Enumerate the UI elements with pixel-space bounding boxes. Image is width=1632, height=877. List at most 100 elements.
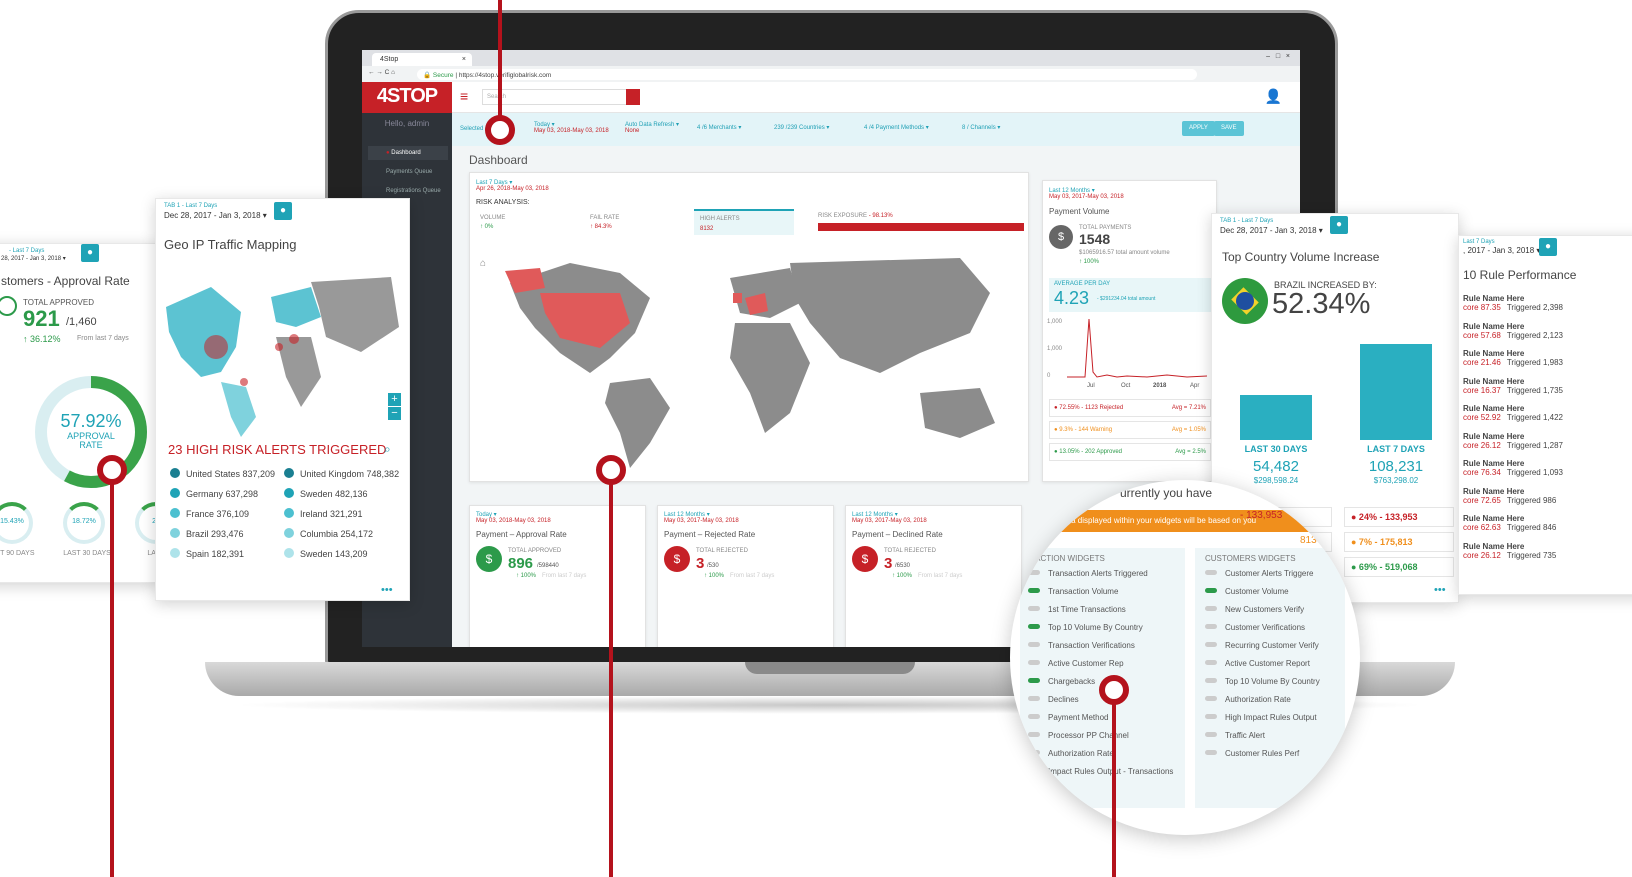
app-logo[interactable]: 4STOP xyxy=(362,82,452,113)
toggle-switch[interactable] xyxy=(1205,624,1217,629)
widget-toggle-row[interactable]: Payment Method xyxy=(1020,713,1185,731)
window-controls[interactable]: – □ × xyxy=(1266,53,1290,60)
widget-toggle-row[interactable]: Authorization Rate xyxy=(1195,695,1345,713)
geo-map[interactable] xyxy=(161,267,401,437)
toggle-switch[interactable] xyxy=(1205,696,1217,701)
card-range-label[interactable]: Today ▾ xyxy=(476,511,497,518)
zoom-in-button[interactable]: + xyxy=(388,393,401,406)
widget-toggle-row[interactable]: Customer Volume xyxy=(1195,587,1345,605)
rule-name[interactable]: Rule Name Here xyxy=(1463,322,1632,331)
user-icon[interactable]: 👤 xyxy=(1265,88,1282,105)
toggle-switch[interactable] xyxy=(1205,588,1217,593)
aw-range[interactable]: 28, 2017 - Jan 3, 2018 ▾ xyxy=(1,255,66,262)
widget-toggle-row[interactable]: Authorization Rate xyxy=(1020,749,1185,767)
widget-toggle-row[interactable]: Traffic Alert xyxy=(1195,731,1345,749)
widget-toggle-row[interactable]: Active Customer Rep xyxy=(1020,659,1185,677)
toggle-switch[interactable] xyxy=(1028,588,1040,593)
world-map[interactable] xyxy=(500,243,1020,473)
toggle-switch[interactable] xyxy=(1028,570,1040,575)
risk-range-label[interactable]: Last 7 Days ▾ xyxy=(476,179,512,186)
rw-range[interactable]: , 2017 - Jan 3, 2018 ▾ xyxy=(1463,246,1540,255)
toggle-switch[interactable] xyxy=(1205,714,1217,719)
rule-name[interactable]: Rule Name Here xyxy=(1463,487,1632,496)
rule-name[interactable]: Rule Name Here xyxy=(1463,294,1632,303)
settings-icon[interactable]: ● xyxy=(1330,216,1348,234)
card-range-label[interactable]: Last 12 Months ▾ xyxy=(852,511,898,518)
geo-range[interactable]: Dec 28, 2017 - Jan 3, 2018 ▾ xyxy=(164,211,267,220)
search-input[interactable]: Search xyxy=(482,89,640,105)
cw-range[interactable]: Dec 28, 2017 - Jan 3, 2018 ▾ xyxy=(1220,226,1323,235)
alerts-tab[interactable]: HIGH ALERTS 8132 xyxy=(694,209,794,235)
geo-tab[interactable]: TAB 1 - Last 7 Days xyxy=(164,203,217,209)
widget-toggle-row[interactable]: Top 10 Volume By Country xyxy=(1195,677,1345,695)
zoom-out-button[interactable]: − xyxy=(388,407,401,420)
widget-toggle-row[interactable]: Top 10 Volume By Country xyxy=(1020,623,1185,641)
toggle-switch[interactable] xyxy=(1028,732,1040,737)
search-icon[interactable] xyxy=(626,89,640,105)
toggle-switch[interactable] xyxy=(1205,732,1217,737)
widget-toggle-row[interactable]: Transaction Alerts Triggered xyxy=(1020,569,1185,587)
settings-icon[interactable]: ● xyxy=(81,244,99,262)
filter-payment[interactable]: 4 /4 Payment Methods ▾ xyxy=(864,124,929,131)
rule-name[interactable]: Rule Name Here xyxy=(1463,404,1632,413)
widget-toggle-row[interactable]: New Customers Verify xyxy=(1195,605,1345,623)
filter-merchants[interactable]: 4 /6 Merchants ▾ xyxy=(697,124,741,131)
widget-toggle-row[interactable]: Customer Rules Perf xyxy=(1195,749,1345,767)
browser-tab[interactable]: 4Stop × xyxy=(372,53,472,66)
rule-name[interactable]: Rule Name Here xyxy=(1463,459,1632,468)
rule-name[interactable]: Rule Name Here xyxy=(1463,432,1632,441)
settings-icon[interactable]: ● xyxy=(1539,238,1557,256)
toggle-switch[interactable] xyxy=(1205,750,1217,755)
toggle-switch[interactable] xyxy=(1028,750,1040,755)
sidebar-item-registrations[interactable]: Registrations Queue xyxy=(368,184,448,198)
close-icon[interactable]: × xyxy=(462,56,466,63)
widget-toggle-row[interactable]: Transaction Volume xyxy=(1020,587,1185,605)
widget-toggle-row[interactable]: Transaction Verifications xyxy=(1020,641,1185,659)
widget-toggle-row[interactable]: 1st Time Transactions xyxy=(1020,605,1185,623)
more-icon[interactable]: ••• xyxy=(1434,584,1446,596)
pv-range-label[interactable]: Last 12 Months ▾ xyxy=(1049,187,1095,194)
filter-refresh[interactable]: Auto Data Refresh ▾ None xyxy=(625,121,679,134)
rule-name[interactable]: Rule Name Here xyxy=(1463,349,1632,358)
toggle-switch[interactable] xyxy=(1028,696,1040,701)
filter-selected[interactable]: Selected xyxy=(460,126,483,132)
map-home-icon[interactable]: ⌂ xyxy=(480,258,486,269)
search-icon[interactable]: ⌕ xyxy=(384,442,391,457)
widget-toggle-row[interactable]: Processor PP Channel xyxy=(1020,731,1185,749)
hamburger-icon[interactable]: ≡ xyxy=(460,88,468,104)
rw-tab[interactable]: Last 7 Days xyxy=(1463,239,1495,245)
widget-toggle-row[interactable]: Active Customer Report xyxy=(1195,659,1345,677)
nav-arrows-icon[interactable]: ← → C ⌂ xyxy=(368,69,395,76)
rule-name[interactable]: Rule Name Here xyxy=(1463,514,1632,523)
toggle-switch[interactable] xyxy=(1205,678,1217,683)
toggle-switch[interactable] xyxy=(1028,624,1040,629)
widget-toggle-row[interactable]: High Impact Rules Output xyxy=(1195,713,1345,731)
filter-channels[interactable]: 8 / Channels ▾ xyxy=(962,124,1000,131)
widget-toggle-row[interactable]: Customer Verifications xyxy=(1195,623,1345,641)
sidebar-item-dashboard[interactable]: ● Dashboard xyxy=(368,146,448,160)
toggle-switch[interactable] xyxy=(1028,768,1040,773)
url-field[interactable]: 🔒 Secure | https://4stop.verifiglobalris… xyxy=(417,69,1197,80)
more-icon[interactable]: ••• xyxy=(381,584,393,596)
widget-toggle-row[interactable]: Customer Alerts Triggere xyxy=(1195,569,1345,587)
cw-tab[interactable]: TAB 1 - Last 7 Days xyxy=(1220,218,1273,224)
toggle-switch[interactable] xyxy=(1028,606,1040,611)
toggle-switch[interactable] xyxy=(1028,678,1040,683)
filter-countries[interactable]: 239 /239 Countries ▾ xyxy=(774,124,829,131)
rule-name[interactable]: Rule Name Here xyxy=(1463,542,1632,551)
toggle-switch[interactable] xyxy=(1205,660,1217,665)
toggle-switch[interactable] xyxy=(1028,660,1040,665)
save-button[interactable]: SAVE xyxy=(1214,121,1244,136)
settings-icon[interactable]: ● xyxy=(274,202,292,220)
apply-button[interactable]: APPLY xyxy=(1182,121,1215,136)
toggle-switch[interactable] xyxy=(1205,606,1217,611)
aw-tab[interactable]: - Last 7 Days xyxy=(9,248,44,254)
toggle-switch[interactable] xyxy=(1205,570,1217,575)
rule-name[interactable]: Rule Name Here xyxy=(1463,377,1632,386)
toggle-switch[interactable] xyxy=(1028,642,1040,647)
toggle-switch[interactable] xyxy=(1205,642,1217,647)
widget-toggle-row[interactable]: Recurring Customer Verify xyxy=(1195,641,1345,659)
card-range-label[interactable]: Last 12 Months ▾ xyxy=(664,511,710,518)
toggle-switch[interactable] xyxy=(1028,714,1040,719)
widget-toggle-row[interactable]: Impact Rules Output - Transactions xyxy=(1020,767,1185,785)
